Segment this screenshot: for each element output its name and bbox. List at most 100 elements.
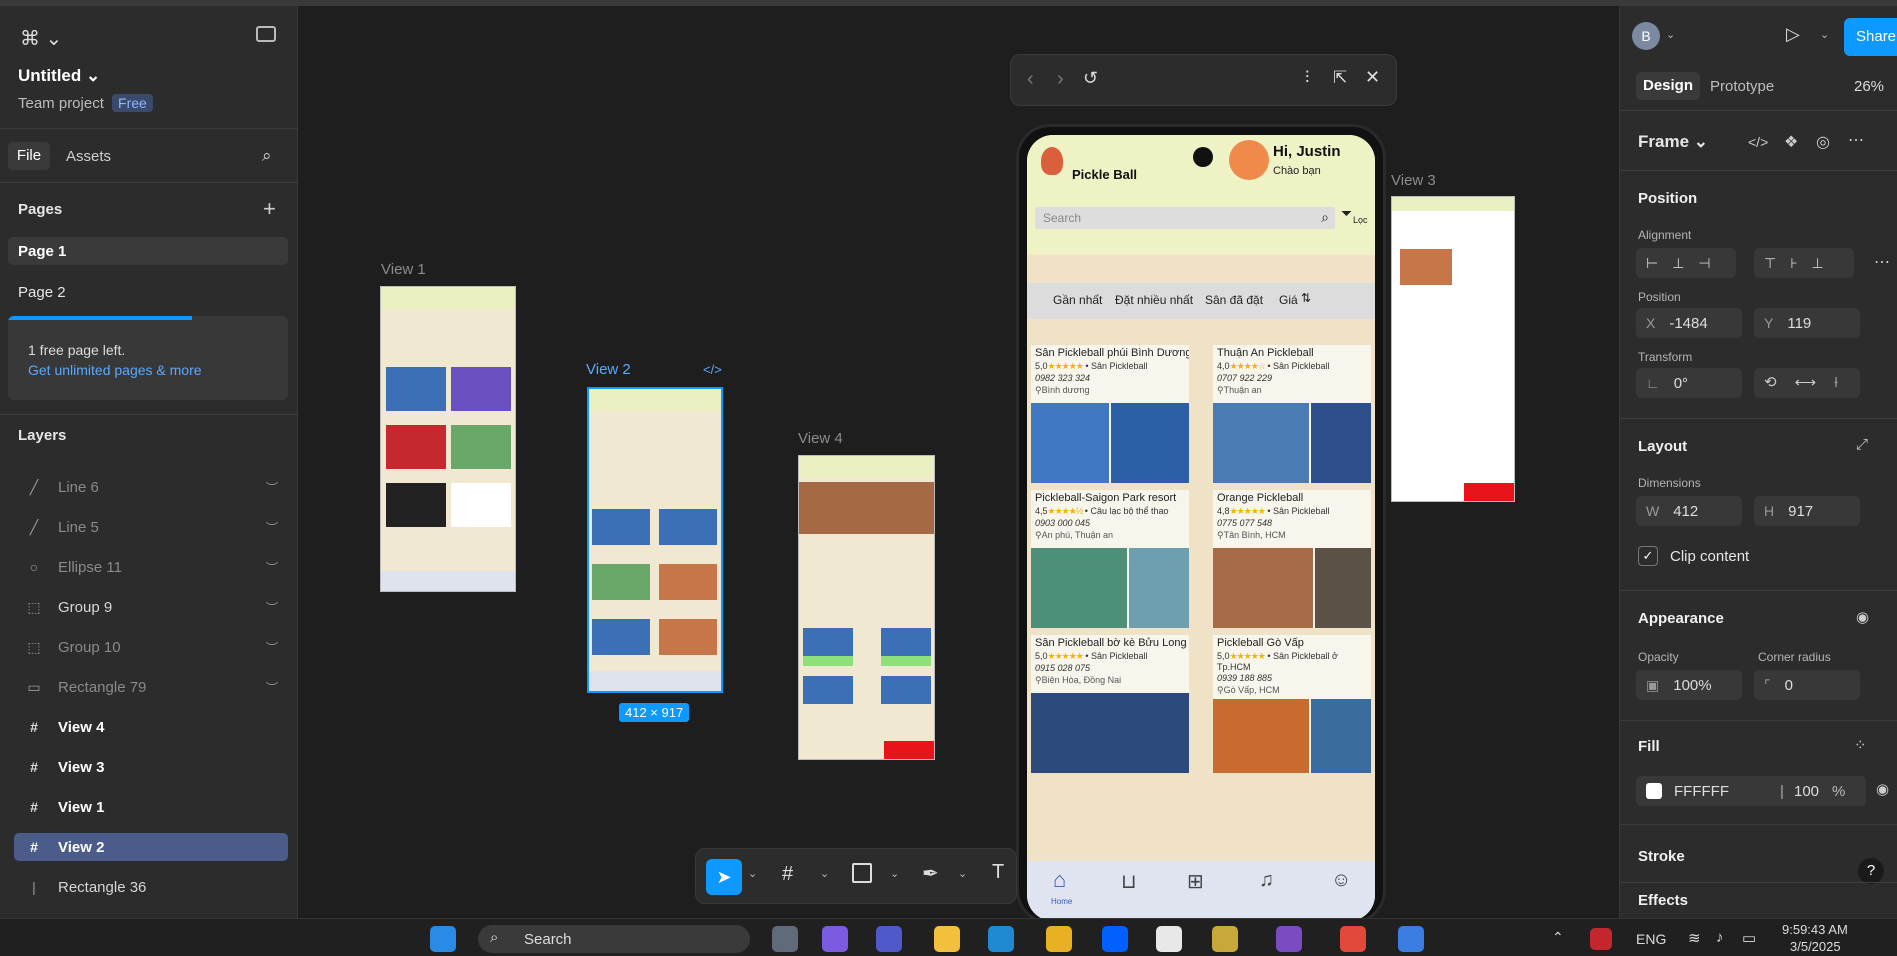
share-button[interactable]: Share — [1844, 18, 1897, 56]
back-icon[interactable]: ‹ — [1027, 68, 1034, 91]
layer-item[interactable]: # View 1 — [14, 793, 288, 821]
fill-swatch[interactable] — [1646, 783, 1662, 799]
align-horizontal-group[interactable]: ⊢⊥⊣ — [1636, 248, 1736, 278]
layer-item[interactable]: ○ Ellipse 11 ︶ — [14, 553, 288, 581]
wifi-icon[interactable]: ≋ — [1688, 929, 1701, 947]
tab-design[interactable]: Design — [1636, 72, 1700, 100]
battery-icon[interactable]: ▭ — [1742, 929, 1756, 947]
store-icon[interactable] — [1046, 926, 1072, 952]
copilot-icon[interactable] — [822, 926, 848, 952]
auto-layout-icon[interactable]: ⤢ — [1856, 436, 1868, 453]
app-icon[interactable] — [1398, 926, 1424, 952]
court-card[interactable]: Pickleball-Saigon Park resort 4,5★★★★½ •… — [1031, 490, 1189, 628]
filter-icon[interactable]: ⏷ — [1341, 205, 1352, 222]
hidden-eye-icon[interactable]: ︶ — [266, 599, 278, 616]
text-tool-icon[interactable]: T — [992, 861, 1004, 884]
effects-title[interactable]: Effects — [1638, 892, 1688, 909]
task-view-icon[interactable] — [772, 926, 798, 952]
help-button[interactable]: ? — [1858, 858, 1884, 884]
component-icon[interactable]: ❖ — [1784, 132, 1798, 152]
stroke-title[interactable]: Stroke — [1638, 848, 1685, 865]
frame-label-view3[interactable]: View 3 — [1391, 172, 1436, 189]
search-icon[interactable]: ⌕ — [262, 146, 272, 166]
layer-item[interactable]: # View 3 — [14, 753, 288, 781]
windows-start-icon[interactable] — [430, 926, 456, 952]
hidden-eye-icon[interactable]: ︶ — [266, 639, 278, 656]
layer-item[interactable]: # View 4 — [14, 713, 288, 741]
eye-icon[interactable]: ◉ — [1856, 608, 1869, 626]
more-icon[interactable]: ⋯ — [1874, 252, 1890, 272]
layer-item-selected[interactable]: # View 2 — [14, 833, 288, 861]
frame-view1[interactable] — [380, 286, 516, 592]
frame-view3[interactable] — [1391, 196, 1515, 502]
tab-file[interactable]: File — [8, 142, 50, 170]
width-field[interactable]: W 412 — [1636, 496, 1742, 526]
avatar[interactable] — [1229, 140, 1269, 180]
more-icon[interactable]: ⋯ — [1848, 130, 1864, 150]
y-field[interactable]: Y 119 — [1754, 308, 1860, 338]
chevron-down-icon[interactable]: ⌄ — [748, 867, 757, 880]
fill-field[interactable]: FFFFFF | 100 % — [1636, 776, 1866, 806]
panel-toggle-icon[interactable] — [256, 26, 276, 42]
sort-tab-price[interactable]: Giá — [1279, 293, 1298, 307]
court-card[interactable]: Sân Pickleball bờ kè Bửu Long 5,0★★★★★ •… — [1031, 635, 1189, 773]
chevron-down-icon[interactable]: ⌄ — [1820, 28, 1829, 41]
hidden-eye-icon[interactable]: ︶ — [266, 679, 278, 696]
chevron-down-icon[interactable]: ⌄ — [890, 867, 899, 880]
volume-icon[interactable]: ♪ — [1716, 929, 1724, 946]
sort-tab-most-booked[interactable]: Đặt nhiều nhất — [1115, 293, 1193, 307]
hidden-eye-icon[interactable]: ︶ — [266, 559, 278, 576]
visual-studio-icon[interactable] — [1276, 926, 1302, 952]
sort-arrows-icon[interactable]: ⇅ — [1301, 291, 1311, 305]
teams-icon[interactable] — [876, 926, 902, 952]
tray-app-icon[interactable] — [1590, 928, 1612, 950]
chevron-up-icon[interactable]: ⌃ — [1552, 929, 1564, 946]
layer-item[interactable]: ▭ Rectangle 79 ︶ — [14, 673, 288, 701]
court-card[interactable]: Thuận An Pickleball 4,0★★★★☆ • Sân Pickl… — [1213, 345, 1371, 483]
profile-icon[interactable]: ☺ — [1331, 869, 1351, 892]
court-card[interactable]: Orange Pickleball 4,8★★★★★ • Sân Pickleb… — [1213, 490, 1371, 628]
styles-grid-icon[interactable]: ⁘ — [1854, 736, 1867, 754]
amazon-icon[interactable] — [1156, 926, 1182, 952]
upgrade-link[interactable]: Get unlimited pages & more — [28, 362, 202, 378]
eye-icon[interactable]: ◉ — [1876, 780, 1889, 798]
figma-menu-icon[interactable]: ⌘ ⌄ — [20, 26, 62, 51]
bag-icon[interactable]: ⊔ — [1121, 869, 1137, 894]
frame-label-view2[interactable]: View 2 — [586, 361, 631, 378]
chevron-down-icon[interactable]: ⌄ — [958, 867, 967, 880]
phone-screen[interactable]: Pickle Ball Hi, Justin Chào bạn Search ⌕… — [1027, 135, 1375, 921]
align-vertical-group[interactable]: ⊤⊦⊥ — [1754, 248, 1854, 278]
court-card[interactable]: Sân Pickleball phúi Bình Dương 5,0★★★★★ … — [1031, 345, 1189, 483]
add-page-icon[interactable]: + — [263, 196, 276, 222]
fill-opacity[interactable]: 100 — [1794, 783, 1819, 800]
layer-item[interactable]: ⬚ Group 10 ︶ — [14, 633, 288, 661]
bell-icon[interactable]: ♫ — [1259, 869, 1274, 892]
court-card[interactable]: Pickleball Gò Vấp 5,0★★★★★ • Sân Pickleb… — [1213, 635, 1371, 773]
clip-content-checkbox[interactable]: ✓ — [1638, 546, 1658, 566]
taskbar-search[interactable]: ⌕ Search — [478, 925, 750, 953]
dropbox-icon[interactable] — [1102, 926, 1128, 952]
file-name[interactable]: Untitled ⌄ — [18, 66, 100, 86]
page-item-1[interactable]: Page 1 — [8, 237, 288, 265]
corner-radius-field[interactable]: ⌜ 0 — [1754, 670, 1860, 700]
height-field[interactable]: H 917 — [1754, 496, 1860, 526]
hidden-eye-icon[interactable]: ︶ — [266, 519, 278, 536]
frame-view4[interactable] — [798, 455, 935, 760]
page-item-2[interactable]: Page 2 — [18, 284, 66, 301]
search-input[interactable]: Search ⌕ — [1035, 207, 1335, 229]
rectangle-tool-icon[interactable] — [852, 863, 872, 883]
home-icon[interactable]: ⌂ — [1053, 867, 1066, 893]
mask-icon[interactable]: ◎ — [1816, 132, 1830, 152]
code-icon[interactable]: </> — [1748, 134, 1768, 150]
restart-icon[interactable]: ↺ — [1083, 68, 1098, 89]
forward-icon[interactable]: › — [1057, 68, 1064, 91]
frame-label-view1[interactable]: View 1 — [381, 261, 426, 278]
present-icon[interactable]: ▷ — [1786, 24, 1800, 45]
tab-prototype[interactable]: Prototype — [1710, 78, 1774, 95]
design-canvas[interactable]: View 1 View 2 </> 412 × 917 View 4 View … — [299, 6, 1618, 924]
layer-item[interactable]: ╱ Line 6 ︶ — [14, 473, 288, 501]
sort-tab-booked[interactable]: Sân đã đặt — [1205, 293, 1263, 307]
avatar[interactable]: B — [1632, 22, 1660, 50]
pen-tool-icon[interactable]: ✒ — [922, 861, 939, 886]
code-icon[interactable]: </> — [703, 362, 722, 377]
